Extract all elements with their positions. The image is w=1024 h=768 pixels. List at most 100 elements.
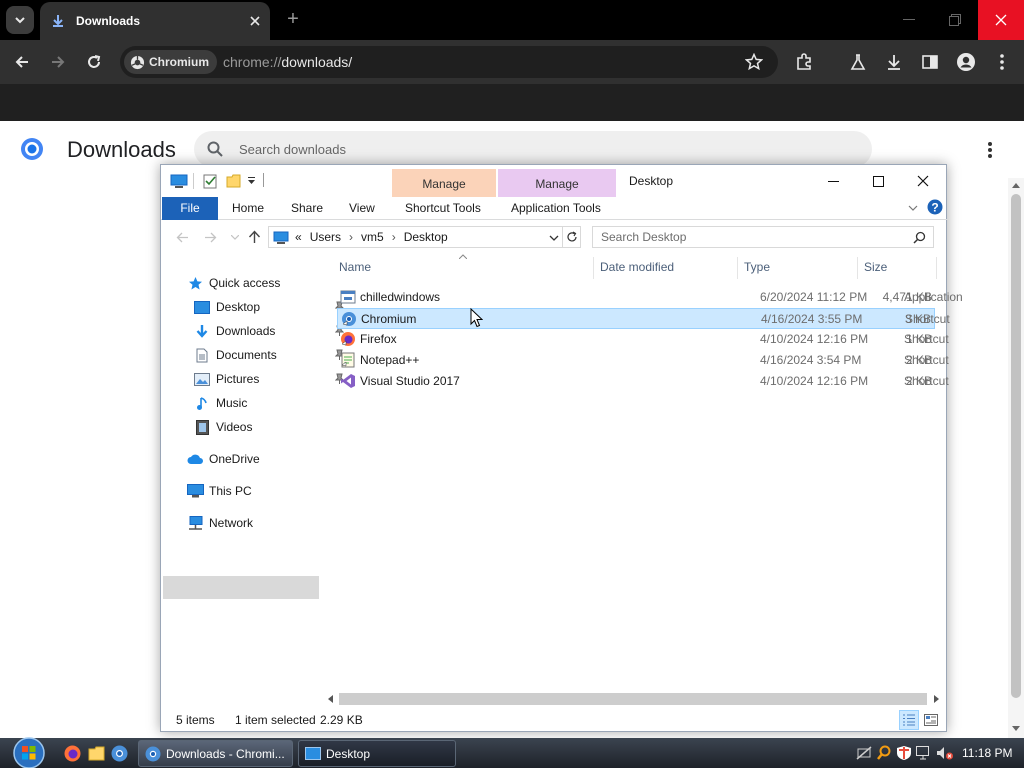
nav-item-downloads[interactable]: Downloads [193,320,344,342]
file-row[interactable]: Firefox 4/10/2024 12:16 PM Shortcut 1 KB [337,329,949,350]
minimize-button[interactable] [886,0,932,40]
scroll-down-icon[interactable] [1012,726,1020,732]
context-tab-manage-application[interactable]: Manage [498,169,616,197]
help-icon[interactable]: ? [927,199,943,215]
expand-ribbon-icon[interactable] [908,205,918,211]
taskbar-clock[interactable]: 11:18 PM [962,746,1012,760]
security-shield-icon[interactable] [896,745,912,761]
tab-share[interactable]: Share [281,197,333,220]
nav-item-documents[interactable]: Documents [193,344,344,366]
folder-icon[interactable] [88,746,105,761]
back-button[interactable] [12,52,32,72]
nav-onedrive[interactable]: OneDrive [186,448,260,470]
breadcrumb-desktop[interactable]: Desktop [404,230,448,244]
new-tab-button[interactable]: + [282,8,304,30]
page-scroll-thumb[interactable] [1011,194,1021,698]
nav-this-pc-label: This PC [209,484,252,498]
page-menu-icon[interactable] [985,141,995,159]
refresh-icon[interactable] [566,231,578,243]
horizontal-scrollbar[interactable] [324,691,944,707]
display-tray-icon[interactable] [916,746,932,760]
close-window-button[interactable] [978,0,1024,40]
column-divider[interactable] [936,257,937,279]
omnibox[interactable]: Chromium chrome://downloads/ [120,46,778,78]
chromium-icon[interactable] [111,745,128,762]
column-divider[interactable] [857,257,858,279]
tab-file[interactable]: File [162,197,218,220]
recent-locations-icon[interactable] [231,235,239,240]
network-disconnected-icon[interactable] [856,746,872,760]
file-row[interactable]: Visual Studio 2017 4/10/2024 12:16 PM Sh… [337,371,949,392]
restore-button[interactable] [932,0,978,40]
nav-quick-access[interactable]: Quick access [186,272,280,294]
url-text: chrome://downloads/ [223,54,352,70]
back-arrow-icon[interactable] [176,232,189,243]
star-icon [188,276,202,289]
page-scrollbar[interactable] [1008,178,1024,738]
side-panel-button[interactable] [920,52,940,72]
file-row-selected[interactable]: Chromium 4/16/2024 3:55 PM Shortcut 3 KB [337,308,950,329]
notepadpp-icon [341,352,355,368]
properties-icon[interactable] [203,173,218,189]
explorer-search-input[interactable]: Search Desktop [592,226,934,248]
scroll-right-icon[interactable] [934,695,940,703]
up-arrow-icon[interactable] [248,230,261,244]
explorer-minimize-button[interactable] [817,169,849,193]
downloads-toolbar-button[interactable] [884,52,904,72]
large-icons-view-button[interactable] [922,711,940,729]
reload-button[interactable] [84,52,104,72]
volume-muted-icon[interactable] [936,746,954,760]
forward-arrow-icon[interactable] [204,232,217,243]
taskbar-button-desktop[interactable]: Desktop [298,740,456,767]
nav-item-label: Videos [216,420,253,434]
breadcrumb-overflow[interactable]: « [295,230,302,244]
browser-menu-button[interactable] [992,52,1012,72]
file-row[interactable]: chilledwindows 6/20/2024 11:12 PM Applic… [337,287,963,308]
downloads-search-input[interactable]: Search downloads [194,131,872,167]
nav-item-music[interactable]: Music [193,392,247,414]
column-name[interactable]: Name [339,260,371,274]
close-tab-icon[interactable] [250,16,260,26]
start-button-icon[interactable] [10,734,48,768]
tab-view[interactable]: View [339,197,385,220]
breadcrumb-users[interactable]: Users [310,230,341,244]
tab-home[interactable]: Home [222,197,274,220]
site-info-chip[interactable]: Chromium [124,50,217,74]
nav-this-pc[interactable]: This PC [186,480,252,502]
column-size[interactable]: Size [864,260,887,274]
context-tab-manage-shortcut[interactable]: Manage [392,169,496,197]
address-dropdown-icon[interactable] [549,235,559,241]
tab-application-tools[interactable]: Application Tools [501,197,611,220]
file-row[interactable]: Notepad++ 4/16/2024 3:54 PM Shortcut 2 K… [337,350,949,371]
new-folder-icon[interactable] [226,174,241,188]
bookmark-star-button[interactable] [744,52,764,72]
column-divider[interactable] [593,257,594,279]
forward-button[interactable] [48,52,68,72]
tab-downloads[interactable]: Downloads [40,2,270,40]
profile-button[interactable] [956,52,976,72]
horizontal-scroll-thumb[interactable] [339,693,927,705]
column-type[interactable]: Type [744,260,770,274]
address-bar[interactable]: « Users › vm5 › Desktop [268,226,581,248]
breadcrumb-vm5[interactable]: vm5 [361,230,384,244]
column-divider[interactable] [737,257,738,279]
customize-qat-icon[interactable] [247,177,256,185]
nav-item-pictures[interactable]: Pictures [193,368,344,390]
this-pc-icon [186,484,204,498]
scroll-up-icon[interactable] [1012,182,1020,188]
explorer-close-button[interactable] [907,169,939,193]
tab-search-button[interactable] [6,6,34,34]
taskbar-button-downloads[interactable]: Downloads - Chromi... [138,740,293,767]
explorer-maximize-button[interactable] [862,169,894,193]
scroll-left-icon[interactable] [327,695,333,703]
labs-button[interactable] [848,52,868,72]
tab-shortcut-tools[interactable]: Shortcut Tools [395,197,491,220]
search-tray-icon[interactable] [877,745,891,761]
column-date-modified[interactable]: Date modified [600,260,674,274]
nav-item-desktop[interactable]: Desktop [193,296,344,318]
details-view-button[interactable] [899,710,919,730]
nav-item-videos[interactable]: Videos [193,416,252,438]
nav-network[interactable]: Network [186,512,253,534]
firefox-icon[interactable] [64,745,81,762]
extensions-button[interactable] [794,52,814,72]
